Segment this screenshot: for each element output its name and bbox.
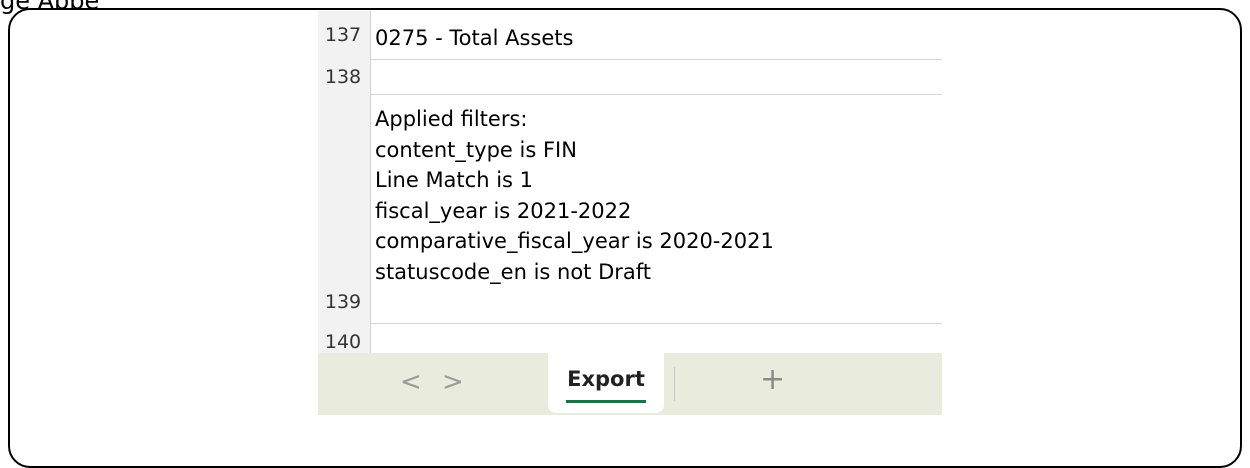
sheet-tab-label: Export <box>567 367 645 391</box>
filter-heading: Applied filters: <box>375 107 528 131</box>
row-divider <box>371 94 942 95</box>
row-divider <box>371 323 942 324</box>
filter-line: content_type is FIN <box>375 137 577 162</box>
spreadsheet-view: 137 138 139 140 0275 - Total Assets Appl… <box>318 11 942 415</box>
filter-line: fiscal_year is 2021-2022 <box>375 198 632 223</box>
tab-divider <box>674 367 675 401</box>
add-sheet-button[interactable]: + <box>760 363 785 397</box>
row-number-138[interactable]: 138 <box>318 66 368 88</box>
filter-line: statuscode_en is not Draft <box>375 259 652 284</box>
cell-138[interactable] <box>375 61 935 93</box>
cell-applied-filters[interactable]: Applied filters: content_type is FIN Lin… <box>375 104 774 287</box>
cell-partial-total-assets[interactable]: 0275 - Total Assets <box>375 24 573 53</box>
sheet-tab-bar: < > Export + <box>318 353 942 415</box>
filter-line: comparative_fiscal_year is 2020-2021 <box>375 229 774 253</box>
row-number-139[interactable]: 139 <box>318 291 368 313</box>
row-number-140[interactable]: 140 <box>318 331 368 353</box>
sheet-tab-export[interactable]: Export <box>548 353 664 413</box>
row-number-column: 137 138 139 140 <box>318 11 371 353</box>
row-divider <box>371 59 942 60</box>
filter-line: Line Match is 1 <box>375 168 534 192</box>
active-tab-indicator <box>566 400 646 403</box>
chevron-left-icon[interactable]: < <box>400 367 422 397</box>
row-number-137[interactable]: 137 <box>318 24 368 46</box>
cell-140[interactable] <box>375 325 935 353</box>
cell-area: 0275 - Total Assets Applied filters: con… <box>371 11 942 353</box>
chevron-right-icon[interactable]: > <box>442 367 464 397</box>
